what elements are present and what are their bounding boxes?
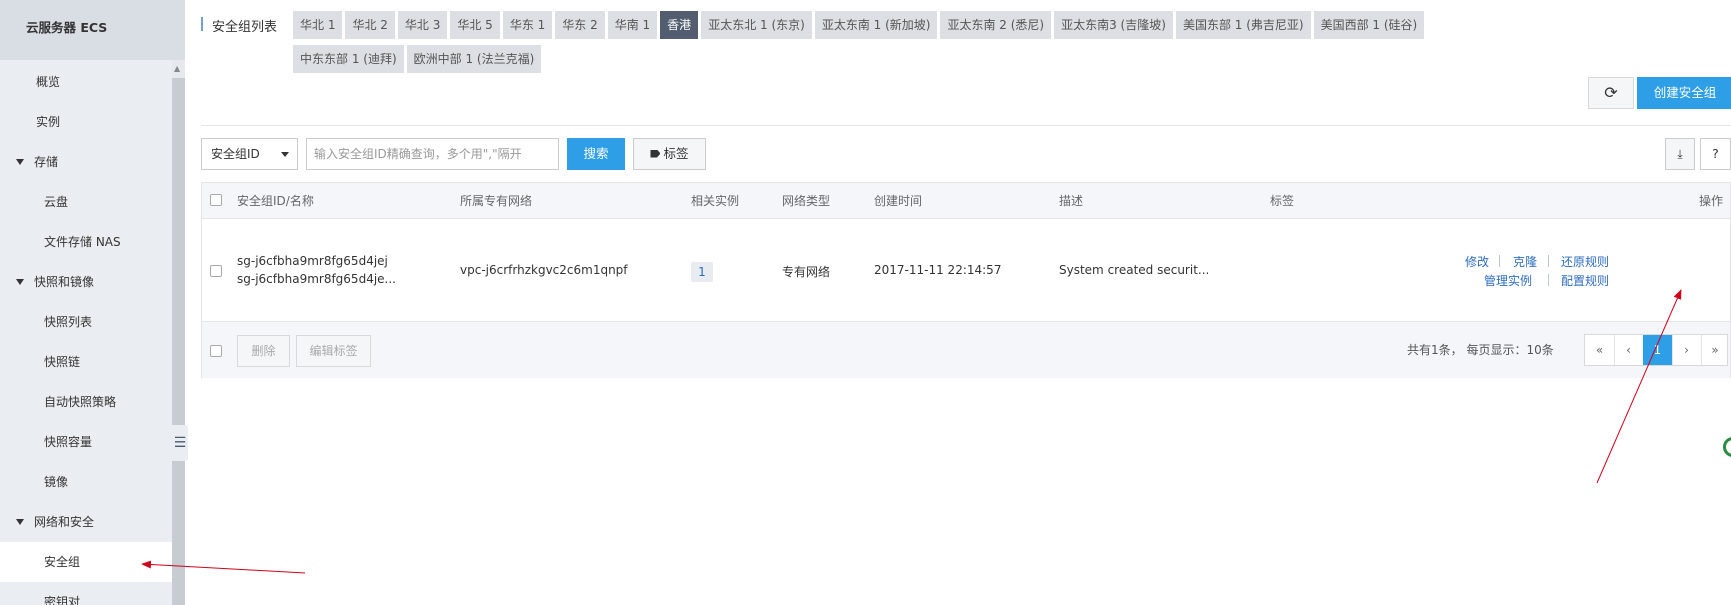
annotation-arrow-to-configure-rules <box>1596 289 1682 484</box>
annotation-arrows <box>141 289 1682 574</box>
annotation-arrow-to-security-group <box>141 560 306 574</box>
